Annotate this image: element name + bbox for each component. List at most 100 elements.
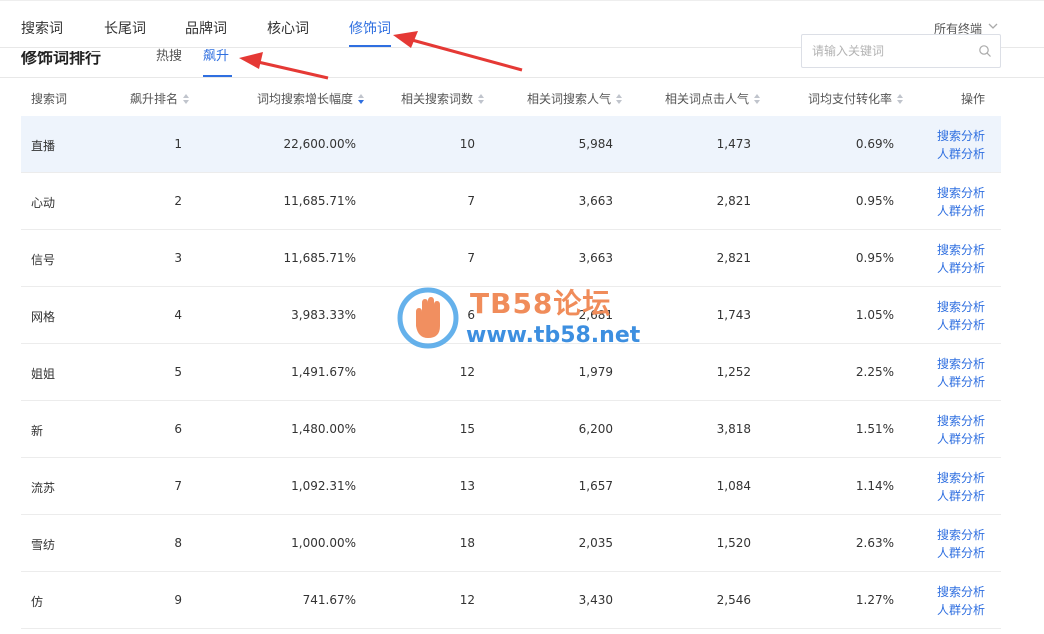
tab-core-words[interactable]: 核心词 [267, 18, 309, 38]
table-header: 搜索词 飙升排名 词均搜索增长幅度 相关搜索词数 相关词搜索人气 相关词点击人气… [21, 80, 1001, 116]
row-actions: 搜索分析 人群分析 [937, 583, 997, 619]
subtab-rising[interactable]: 飙升 [203, 45, 229, 64]
related-count-cell: 13 [459, 479, 475, 493]
tab-modifier-words[interactable]: 修饰词 [349, 18, 391, 38]
row-actions: 搜索分析 人群分析 [937, 241, 997, 277]
column-header-related-count[interactable]: 相关搜索词数 [401, 90, 486, 107]
related-count-cell: 7 [467, 194, 475, 208]
click-popularity-cell: 1,084 [716, 479, 751, 493]
tab-search-words[interactable]: 搜索词 [21, 18, 63, 38]
growth-cell: 11,685.71% [283, 251, 356, 265]
growth-cell: 3,983.33% [291, 308, 356, 322]
click-popularity-cell: 1,520 [716, 536, 751, 550]
conversion-cell: 1.27% [855, 593, 894, 607]
sort-icon[interactable] [897, 93, 905, 104]
search-analysis-link[interactable]: 搜索分析 [937, 412, 997, 430]
rank-cell: 6 [174, 422, 182, 436]
click-popularity-cell: 2,821 [716, 251, 751, 265]
audience-analysis-link[interactable]: 人群分析 [937, 430, 997, 448]
search-analysis-link[interactable]: 搜索分析 [937, 526, 997, 544]
watermark-title: TB58论坛 [470, 287, 612, 320]
search-analysis-link[interactable]: 搜索分析 [937, 469, 997, 487]
sort-desc-icon[interactable] [358, 93, 366, 104]
row-actions: 搜索分析 人群分析 [937, 355, 997, 391]
subtab-hot[interactable]: 热搜 [156, 45, 182, 64]
watermark-url: www.tb58.net [466, 323, 641, 348]
tab-brand-words[interactable]: 品牌词 [185, 18, 227, 38]
audience-analysis-link[interactable]: 人群分析 [937, 316, 997, 334]
conversion-cell: 1.51% [855, 422, 894, 436]
growth-cell: 1,480.00% [291, 422, 356, 436]
search-popularity-cell: 2,035 [578, 536, 613, 550]
growth-cell: 1,491.67% [291, 365, 356, 379]
audience-analysis-link[interactable]: 人群分析 [937, 601, 997, 619]
row-actions: 搜索分析 人群分析 [937, 469, 997, 505]
keyword-cell: 雪纺 [31, 538, 56, 552]
search-analysis-link[interactable]: 搜索分析 [937, 355, 997, 373]
keyword-cell: 网格 [31, 310, 56, 324]
row-actions: 搜索分析 人群分析 [937, 127, 997, 163]
conversion-cell: 0.69% [855, 137, 894, 151]
search-analysis-link[interactable]: 搜索分析 [937, 241, 997, 259]
tab-long-tail-words[interactable]: 长尾词 [104, 18, 146, 38]
keyword-search-box [801, 34, 1001, 68]
rank-cell: 2 [174, 194, 182, 208]
rank-cell: 3 [174, 251, 182, 265]
rank-cell: 5 [174, 365, 182, 379]
related-count-cell: 7 [467, 251, 475, 265]
search-analysis-link[interactable]: 搜索分析 [937, 298, 997, 316]
chevron-down-icon[interactable] [986, 19, 1000, 33]
table-row: 新 6 1,480.00% 15 6,200 3,818 1.51% 搜索分析 … [21, 401, 1001, 458]
growth-cell: 22,600.00% [283, 137, 356, 151]
click-popularity-cell: 2,546 [716, 593, 751, 607]
column-header-keyword: 搜索词 [31, 92, 68, 106]
audience-analysis-link[interactable]: 人群分析 [937, 145, 997, 163]
search-popularity-cell: 1,979 [578, 365, 613, 379]
column-header-click-popularity[interactable]: 相关词点击人气 [665, 90, 762, 107]
audience-analysis-link[interactable]: 人群分析 [937, 259, 997, 277]
click-popularity-cell: 3,818 [716, 422, 751, 436]
search-analysis-link[interactable]: 搜索分析 [937, 127, 997, 145]
click-popularity-cell: 1,252 [716, 365, 751, 379]
row-actions: 搜索分析 人群分析 [937, 412, 997, 448]
audience-analysis-link[interactable]: 人群分析 [937, 202, 997, 220]
search-analysis-link[interactable]: 搜索分析 [937, 583, 997, 601]
column-header-rank[interactable]: 飙升排名 [130, 90, 191, 107]
column-header-search-popularity[interactable]: 相关词搜索人气 [527, 90, 624, 107]
keyword-cell: 流苏 [31, 481, 56, 495]
keyword-cell: 直播 [31, 139, 56, 153]
related-count-cell: 10 [459, 137, 475, 151]
keyword-cell: 仿 [31, 595, 44, 609]
rank-cell: 4 [174, 308, 182, 322]
click-popularity-cell: 1,473 [716, 137, 751, 151]
column-header-conversion[interactable]: 词均支付转化率 [808, 90, 905, 107]
keyword-cell: 心动 [31, 196, 56, 210]
keyword-search-input[interactable] [812, 44, 972, 58]
row-actions: 搜索分析 人群分析 [937, 526, 997, 562]
conversion-cell: 0.95% [855, 251, 894, 265]
search-icon[interactable] [978, 44, 992, 58]
conversion-cell: 1.05% [855, 308, 894, 322]
sort-icon[interactable] [183, 93, 191, 104]
growth-cell: 741.67% [302, 593, 356, 607]
table-row: 信号 3 11,685.71% 7 3,663 2,821 0.95% 搜索分析… [21, 230, 1001, 287]
search-analysis-link[interactable]: 搜索分析 [937, 184, 997, 202]
row-actions: 搜索分析 人群分析 [937, 184, 997, 220]
growth-cell: 1,000.00% [291, 536, 356, 550]
active-tab-indicator [349, 45, 391, 47]
sort-icon[interactable] [478, 93, 486, 104]
growth-cell: 11,685.71% [283, 194, 356, 208]
hand-logo-icon [397, 287, 459, 349]
active-subtab-indicator [203, 75, 232, 77]
table-row: 雪纺 8 1,000.00% 18 2,035 1,520 2.63% 搜索分析… [21, 515, 1001, 572]
search-popularity-cell: 3,663 [578, 194, 613, 208]
audience-analysis-link[interactable]: 人群分析 [937, 487, 997, 505]
sort-icon[interactable] [616, 93, 624, 104]
keyword-cell: 姐姐 [31, 367, 56, 381]
search-popularity-cell: 6,200 [578, 422, 613, 436]
column-header-growth[interactable]: 词均搜索增长幅度 [257, 90, 366, 107]
audience-analysis-link[interactable]: 人群分析 [937, 544, 997, 562]
audience-analysis-link[interactable]: 人群分析 [937, 373, 997, 391]
sort-icon[interactable] [754, 93, 762, 104]
conversion-cell: 2.63% [855, 536, 894, 550]
